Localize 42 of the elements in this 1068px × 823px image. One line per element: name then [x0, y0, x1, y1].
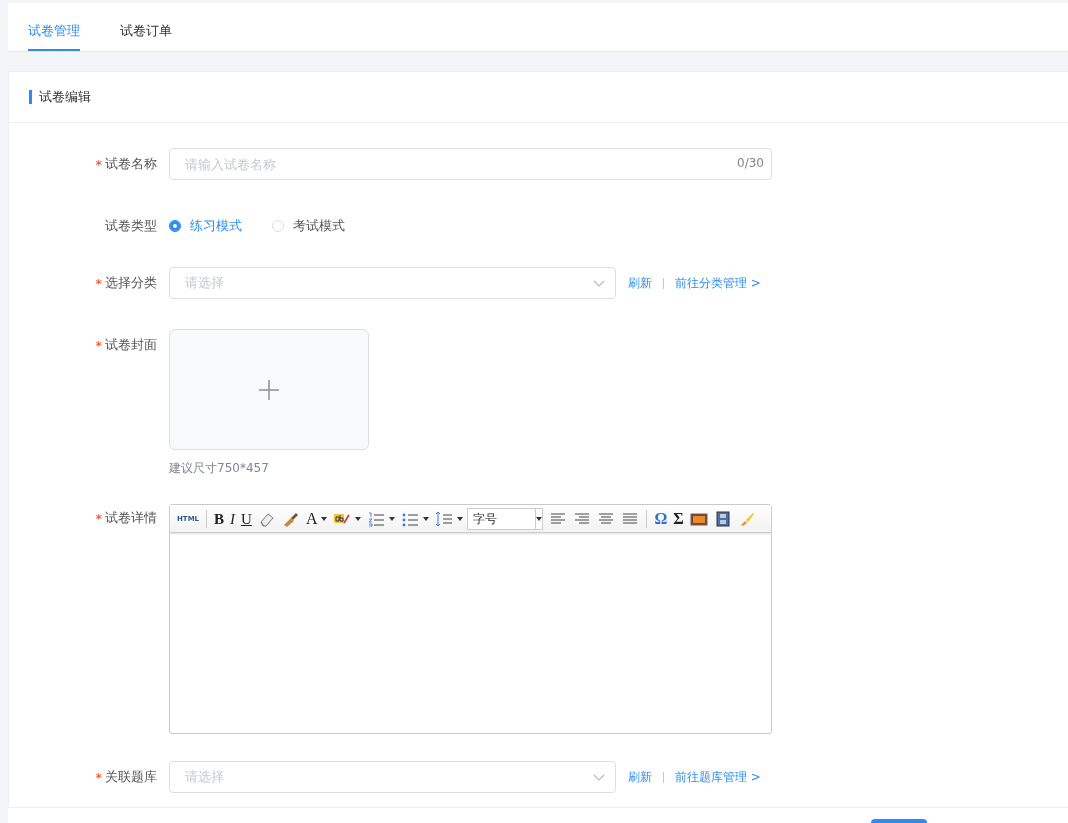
- field-label: 试卷详情: [105, 509, 157, 527]
- tab[interactable]: 试卷管理: [28, 22, 80, 51]
- plus-icon: [259, 379, 279, 400]
- card-title: 试卷编辑: [39, 88, 91, 106]
- field-label: 试卷封面: [105, 336, 157, 354]
- toolbar-button[interactable]: Ω: [651, 508, 671, 530]
- line-height-icon: [435, 511, 454, 527]
- required-mark: *: [95, 769, 102, 785]
- field-label: 试卷名称: [105, 155, 157, 173]
- hint-text: 建议尺寸750*457: [169, 460, 270, 477]
- radio-option[interactable]: 考试模式: [272, 217, 345, 235]
- film-icon: [713, 511, 732, 527]
- tab[interactable]: 试卷订单: [120, 22, 172, 51]
- toolbar-button[interactable]: Σ: [670, 508, 687, 530]
- align-center-icon: [597, 511, 616, 527]
- required-mark: *: [95, 510, 102, 526]
- image-icon: [689, 511, 708, 527]
- link[interactable]: 前往分类管理 >: [675, 274, 761, 292]
- justify-icon: [621, 511, 640, 527]
- required-mark: *: [95, 156, 102, 172]
- align-left-icon: [549, 511, 568, 527]
- font-size-select[interactable]: 字号: [467, 508, 544, 530]
- ordered-list-icon: [367, 511, 386, 527]
- required-mark: *: [95, 337, 102, 353]
- toolbar-button[interactable]: U: [238, 508, 255, 530]
- radio-option[interactable]: 练习模式: [169, 217, 242, 235]
- chevron-down-icon: [593, 279, 605, 287]
- link[interactable]: 刷新: [628, 274, 652, 292]
- toolbar-button[interactable]: I: [227, 508, 239, 530]
- field-label: 试卷类型: [105, 217, 157, 235]
- toolbar-button[interactable]: A: [302, 508, 331, 530]
- required-mark: *: [95, 275, 102, 291]
- chevron-down-icon: [593, 773, 605, 781]
- link[interactable]: 前往题库管理 >: [675, 768, 761, 786]
- field-label: 选择分类: [105, 274, 157, 292]
- title-bar-accent: [29, 90, 32, 104]
- character-counter: 0/30: [737, 156, 764, 170]
- align-right-icon: [573, 511, 592, 527]
- toolbar-button[interactable]: B: [211, 508, 228, 530]
- field-label: 关联题库: [105, 768, 157, 786]
- bullet-list-icon: [401, 511, 420, 527]
- link[interactable]: 刷新: [628, 768, 652, 786]
